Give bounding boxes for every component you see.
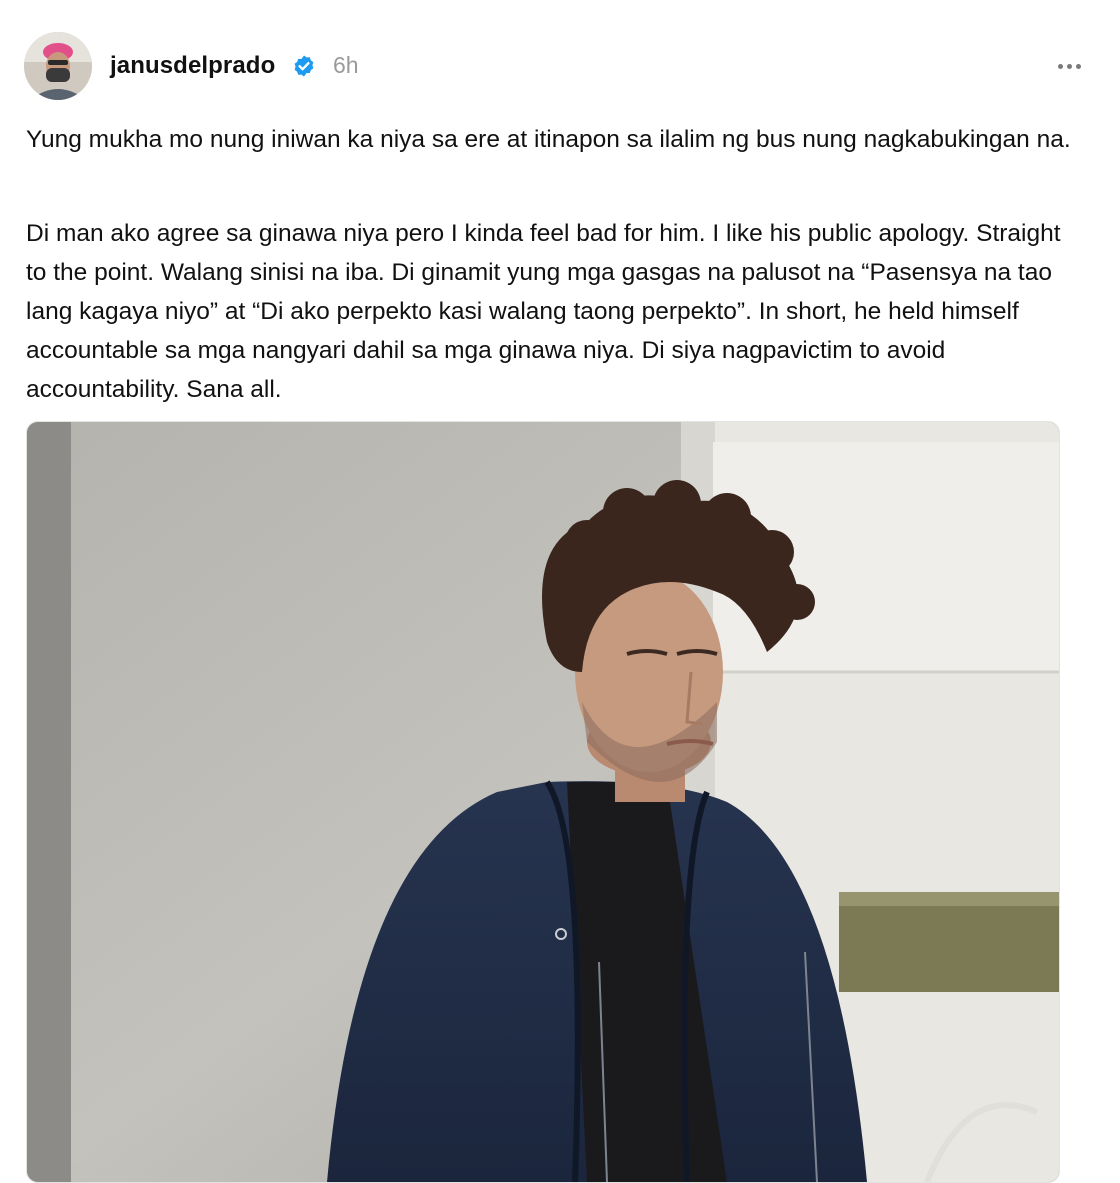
post-image[interactable] [26, 421, 1060, 1183]
post-image-illustration [27, 422, 1059, 1182]
more-options-icon[interactable] [1054, 52, 1086, 80]
username[interactable]: janusdelprado [110, 52, 275, 80]
verified-badge-icon [292, 54, 316, 78]
post-header: janusdelprado 6h [0, 0, 1120, 120]
post-text-paragraph-2: Di man ako agree sa ginawa niya pero I k… [26, 220, 1061, 403]
post-timestamp: 6h [333, 52, 359, 78]
post-text-paragraph-1: Yung mukha mo nung iniwan ka niya sa ere… [26, 126, 1071, 153]
avatar[interactable] [24, 32, 92, 100]
